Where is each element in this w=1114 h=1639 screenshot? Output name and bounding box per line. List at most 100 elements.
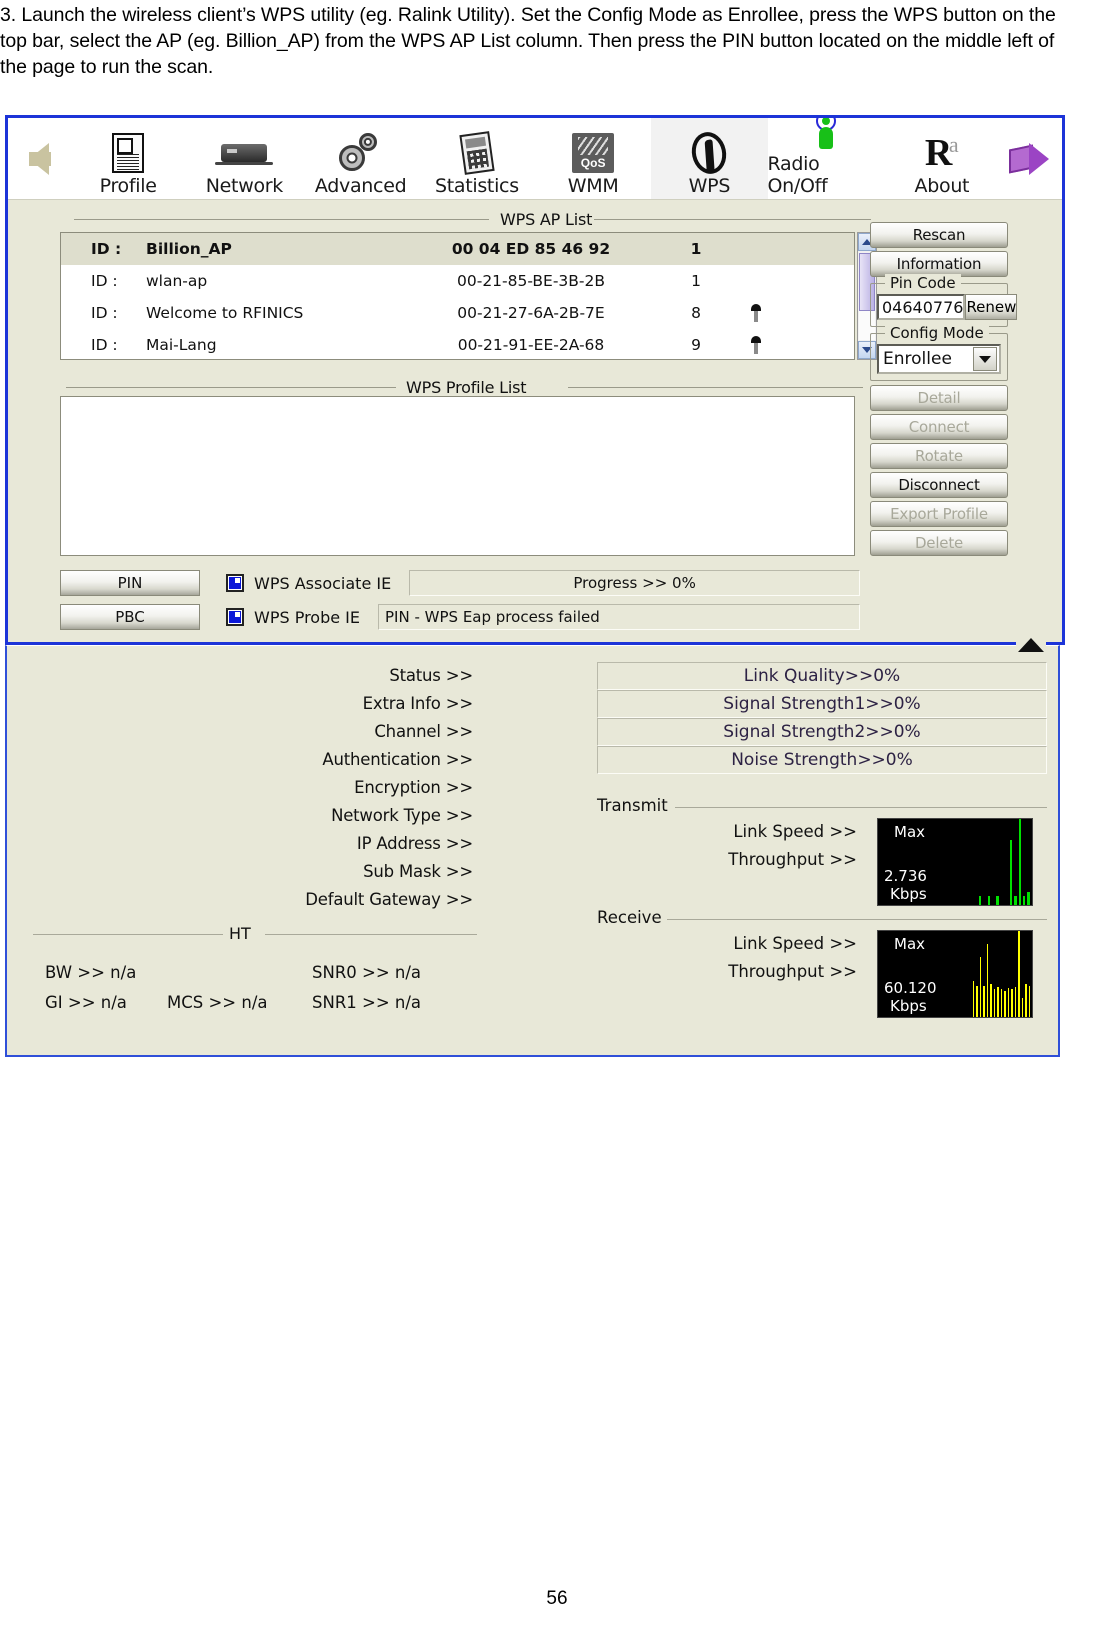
extra-info-label: Extra Info >> [362,694,474,713]
lock-icon [751,336,761,355]
ap-channel: 9 [691,336,701,354]
about-icon: Ra [924,132,959,174]
ip-address-label: IP Address >> [356,834,473,853]
ap-mac: 00-21-27-6A-2B-7E [457,304,605,322]
tab-profile[interactable]: Profile [70,118,186,199]
pin-button[interactable]: PIN [60,570,200,596]
ap-id: ID : [91,272,118,290]
receive-section-header: Receive [597,908,1047,930]
collapse-panel-button[interactable] [1016,636,1046,654]
signal-strength1-meter: Signal Strength1>>0% [597,690,1047,718]
tab-wps-label: WPS [688,175,731,197]
wps-ap-list[interactable]: ID : Billion_AP 00 04 ED 85 46 92 1 ID :… [60,232,855,360]
pin-code-input[interactable]: 04640776 [877,294,966,320]
ap-id: ID : [91,304,118,322]
receive-bars [952,931,1032,1017]
pin-code-legend: Pin Code [885,274,961,292]
tab-about[interactable]: Ra About [884,118,1000,199]
wps-profile-list-header: WPS Profile List [14,378,869,397]
radio-icon [809,118,843,153]
transmit-link-speed-label: Link Speed >> [733,822,857,841]
toolbar-forward-button[interactable] [1000,118,1062,199]
wps-associate-ie-checkbox[interactable] [226,574,244,592]
ap-mac: 00-21-85-BE-3B-2B [457,272,605,290]
tab-wps[interactable]: WPS [651,118,768,199]
ralink-utility-window: Profile Network Advanced Statistics QoS [5,115,1065,645]
ht-values-grid: BW >> n/a SNR0 >> n/a GI >> n/a MCS >> n… [17,958,487,1018]
sub-mask-label: Sub Mask >> [363,862,473,881]
table-row[interactable]: ID : Welcome to RFINICS 00-21-27-6A-2B-7… [61,297,854,329]
wps-panel: WPS AP List ID : Billion_AP 00 04 ED 85 … [8,200,1062,642]
pbc-button[interactable]: PBC [60,604,200,630]
wps-profile-list[interactable] [60,396,855,556]
ap-ssid: Billion_AP [146,240,232,258]
wps-action-row: PIN WPS Associate IE Progress >> 0% PBC … [60,570,860,638]
tab-network[interactable]: Network [186,118,302,199]
left-arrow-icon [29,142,51,175]
receive-link-speed-label: Link Speed >> [733,934,857,953]
ap-mac: 00 04 ED 85 46 92 [451,240,611,258]
noise-strength-meter: Noise Strength>>0% [597,746,1047,774]
wps-icon [688,128,731,178]
delete-button[interactable]: Delete [870,530,1008,556]
ap-ssid: wlan-ap [146,272,208,290]
ht-gi-value: GI >> n/a [45,993,127,1012]
chevron-down-icon[interactable] [973,347,997,371]
ht-bw-value: BW >> n/a [45,963,137,982]
tab-radio-on-off[interactable]: Radio On/Off [768,118,884,199]
profile-icon [112,131,145,175]
export-profile-button[interactable]: Export Profile [870,501,1008,527]
tab-about-label: About [914,175,970,197]
gears-icon [338,131,383,175]
channel-label: Channel >> [374,722,473,741]
authentication-label: Authentication >> [322,750,473,769]
ap-mac: 00-21-91-EE-2A-68 [457,336,605,354]
ap-lock-cell [736,336,776,355]
transmit-throughput-graph: Max 2.736 Kbps [877,818,1033,906]
ht-mcs-value: MCS >> n/a [167,993,268,1012]
rotate-button[interactable]: Rotate [870,443,1008,469]
toolbar-back-button[interactable] [8,118,70,199]
ap-ssid: Welcome to RFINICS [146,304,304,322]
tab-advanced-label: Advanced [314,175,407,197]
rescan-button[interactable]: Rescan [870,222,1008,248]
progress-status: Progress >> 0% [409,570,860,596]
link-status-panel: Status >> Extra Info >> Channel >> Authe… [5,636,1060,1057]
receive-graph-max: Max [894,935,926,953]
tab-statistics[interactable]: Statistics [419,118,535,199]
tab-network-label: Network [205,175,284,197]
receive-graph-value: 60.120 [884,979,937,997]
wps-side-panel: Rescan Information Pin Code 04640776 Ren… [870,222,1018,559]
tab-profile-label: Profile [99,175,157,197]
receive-title: Receive [597,908,662,927]
wps-ap-list-title: WPS AP List [500,210,593,229]
wps-probe-ie-label: WPS Probe IE [254,607,361,627]
transmit-graph-unit: Kbps [890,885,927,903]
ht-snr1-value: SNR1 >> n/a [312,993,422,1012]
table-row[interactable]: ID : Billion_AP 00 04 ED 85 46 92 1 [61,233,854,265]
detail-button[interactable]: Detail [870,385,1008,411]
connect-button[interactable]: Connect [870,414,1008,440]
status-label: Status >> [389,666,473,685]
triangle-up-icon [1018,638,1044,652]
config-mode-group: Config Mode Enrollee [870,324,1008,381]
tab-advanced[interactable]: Advanced [303,118,419,199]
table-row[interactable]: ID : Mai-Lang 00-21-91-EE-2A-68 9 [61,329,854,359]
tab-wmm-label: WMM [567,175,619,197]
config-mode-value: Enrollee [883,349,952,369]
wps-profile-list-title: WPS Profile List [406,378,527,397]
wps-probe-ie-checkbox[interactable] [226,608,244,626]
ap-ssid: Mai-Lang [146,336,217,354]
config-mode-select[interactable]: Enrollee [877,344,1001,374]
signal-meters-column: Link Quality>>0% Signal Strength1>>0% Si… [597,662,1047,1018]
receive-throughput-label: Throughput >> [728,962,857,981]
page-number: 56 [546,1588,568,1609]
renew-button[interactable]: Renew [965,294,1018,320]
table-row[interactable]: ID : wlan-ap 00-21-85-BE-3B-2B 1 [61,265,854,297]
transmit-rows: Link Speed >> Throughput >> Max 2.736 Kb… [597,818,1047,906]
transmit-title: Transmit [597,796,668,815]
disconnect-button[interactable]: Disconnect [870,472,1008,498]
tab-wmm[interactable]: QoS WMM [535,118,651,199]
ht-snr0-value: SNR0 >> n/a [312,963,422,982]
ht-title: HT [229,924,251,943]
